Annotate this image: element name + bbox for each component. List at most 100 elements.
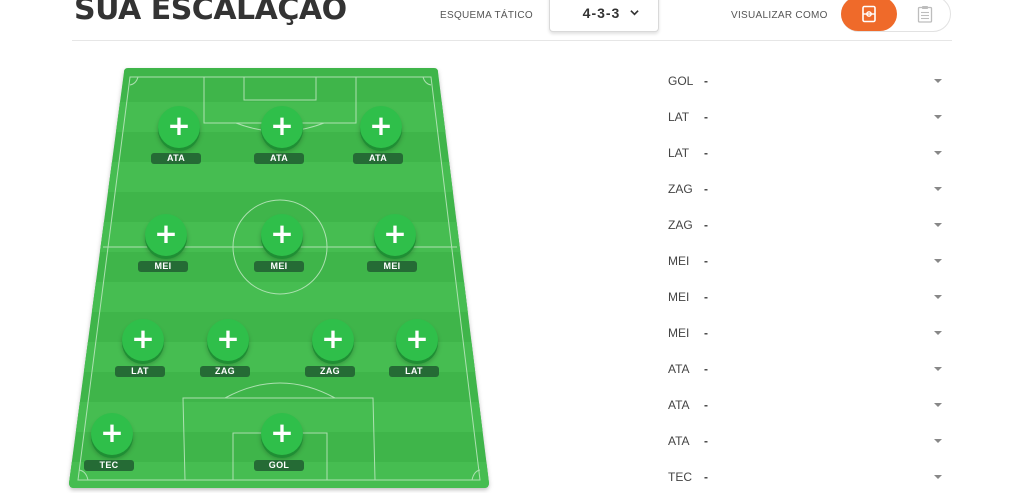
plus-icon: + <box>383 217 407 250</box>
field-view-button[interactable] <box>841 0 897 31</box>
slot-lat-right: + LAT <box>387 319 447 389</box>
player-placeholder: - <box>704 326 708 340</box>
slot-zag-right: + ZAG <box>303 319 363 389</box>
slot-mei-left: + MEI <box>136 214 196 284</box>
player-placeholder: - <box>704 110 708 124</box>
player-placeholder: - <box>704 398 708 412</box>
position-label: ZAG <box>668 218 693 232</box>
position-label: ATA <box>668 434 690 448</box>
slot-ata-left: + ATA <box>149 106 209 176</box>
plus-icon: + <box>369 109 393 142</box>
lineup-row-lat[interactable]: LAT - <box>668 99 948 135</box>
position-label: ATA <box>668 398 690 412</box>
slot-label: TEC <box>84 460 134 471</box>
add-player-button[interactable]: + <box>374 214 416 256</box>
scheme-value: 4-3-3 <box>582 4 621 21</box>
lineup-row-ata[interactable]: ATA - <box>668 387 948 423</box>
caret-down-icon <box>934 187 942 191</box>
view-toggle <box>841 0 951 32</box>
view-label: VISUALIZAR COMO <box>731 10 828 21</box>
position-label: MEI <box>668 254 690 268</box>
caret-down-icon <box>934 475 942 479</box>
field-view-icon <box>862 5 876 23</box>
lineup-row-gol[interactable]: GOL - <box>668 63 948 99</box>
plus-icon: + <box>405 322 429 355</box>
add-player-button[interactable]: + <box>261 413 303 455</box>
slot-label: GOL <box>254 460 304 471</box>
lineup-row-lat[interactable]: LAT - <box>668 135 948 171</box>
plus-icon: + <box>270 109 294 142</box>
slot-label: LAT <box>115 366 165 377</box>
plus-icon: + <box>270 416 294 449</box>
add-player-button[interactable]: + <box>360 106 402 148</box>
slot-ata-right: + ATA <box>351 106 411 176</box>
scheme-label: ESQUEMA TÁTICO <box>440 10 533 21</box>
add-player-button[interactable]: + <box>207 319 249 361</box>
add-player-button[interactable]: + <box>261 214 303 256</box>
add-player-button[interactable]: + <box>91 413 133 455</box>
caret-down-icon <box>934 259 942 263</box>
scheme-select[interactable]: 4-3-3 <box>549 0 659 32</box>
plus-icon: + <box>321 322 345 355</box>
slot-lat-left: + LAT <box>113 319 173 389</box>
slot-label: MEI <box>367 261 417 272</box>
slot-mei-right: + MEI <box>365 214 425 284</box>
position-label: MEI <box>668 326 690 340</box>
lineup-row-mei[interactable]: MEI - <box>668 315 948 351</box>
lineup-row-mei[interactable]: MEI - <box>668 279 948 315</box>
plus-icon: + <box>100 416 124 449</box>
caret-down-icon <box>934 79 942 83</box>
plus-icon: + <box>131 322 155 355</box>
lineup-row-tec[interactable]: TEC - <box>668 459 948 493</box>
slot-label: ZAG <box>200 366 250 377</box>
position-label: ZAG <box>668 182 693 196</box>
caret-down-icon <box>934 331 942 335</box>
player-placeholder: - <box>704 182 708 196</box>
lineup-row-ata[interactable]: ATA - <box>668 351 948 387</box>
lineup-row-zag[interactable]: ZAG - <box>668 171 948 207</box>
slot-label: MEI <box>138 261 188 272</box>
player-placeholder: - <box>704 362 708 376</box>
lineup-row-ata[interactable]: ATA - <box>668 423 948 459</box>
position-label: LAT <box>668 146 690 160</box>
slot-label: ZAG <box>305 366 355 377</box>
lineup-row-mei[interactable]: MEI - <box>668 243 948 279</box>
caret-down-icon <box>934 295 942 299</box>
field: + ATA + ATA + ATA + MEI + MEI + MEI + LA… <box>60 62 500 493</box>
add-player-button[interactable]: + <box>396 319 438 361</box>
caret-down-icon <box>934 403 942 407</box>
clipboard-icon <box>917 6 933 23</box>
chevron-down-icon <box>630 10 640 16</box>
add-player-button[interactable]: + <box>145 214 187 256</box>
player-placeholder: - <box>704 218 708 232</box>
add-player-button[interactable]: + <box>312 319 354 361</box>
slot-mei-center: + MEI <box>252 214 312 284</box>
add-player-button[interactable]: + <box>122 319 164 361</box>
caret-down-icon <box>934 151 942 155</box>
player-placeholder: - <box>704 74 708 88</box>
lineup-row-zag[interactable]: ZAG - <box>668 207 948 243</box>
slot-label: ATA <box>151 153 201 164</box>
page-title: SUA ESCALAÇÃO <box>74 0 347 27</box>
player-placeholder: - <box>704 434 708 448</box>
player-placeholder: - <box>704 290 708 304</box>
plus-icon: + <box>167 109 191 142</box>
position-label: MEI <box>668 290 690 304</box>
player-placeholder: - <box>704 146 708 160</box>
slot-zag-left: + ZAG <box>198 319 258 389</box>
caret-down-icon <box>934 439 942 443</box>
caret-down-icon <box>934 223 942 227</box>
slot-label: ATA <box>353 153 403 164</box>
add-player-button[interactable]: + <box>158 106 200 148</box>
position-label: GOL <box>668 74 694 88</box>
add-player-button[interactable]: + <box>261 106 303 148</box>
plus-icon: + <box>216 322 240 355</box>
position-label: LAT <box>668 110 690 124</box>
player-placeholder: - <box>704 470 708 484</box>
slot-label: ATA <box>254 153 304 164</box>
header-divider <box>72 40 952 41</box>
position-label: ATA <box>668 362 690 376</box>
slot-tec: + TEC <box>82 413 142 483</box>
list-view-button[interactable] <box>900 0 950 31</box>
lineup-list: GOL - LAT - LAT - ZAG - ZAG - MEI - MEI - MEI - … <box>668 63 948 493</box>
